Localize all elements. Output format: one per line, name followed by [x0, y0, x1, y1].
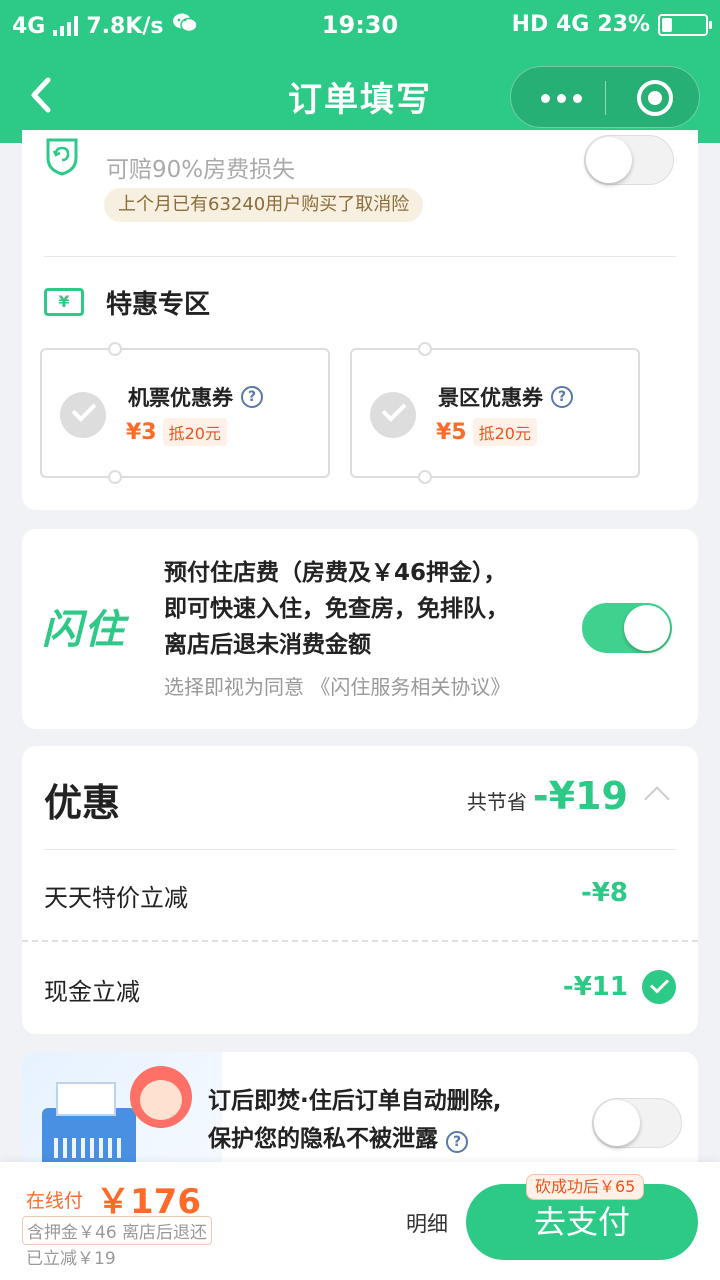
total-saved-label: 共节省 [466, 790, 527, 814]
help-icon[interactable]: ? [446, 1131, 469, 1153]
mini-program-capsule [510, 66, 700, 128]
discount-card: 优惠 共节省 -¥19 天天特价立减 -¥8 现金立减 -¥11 [22, 746, 698, 1034]
reduced-note: 已立减￥19 [26, 1249, 116, 1269]
divider [44, 256, 676, 257]
flash-stay-line-3: 离店后退未消费金额 [164, 632, 371, 658]
shield-refund-icon [46, 138, 78, 176]
flash-stay-logo: 闪住 [42, 607, 126, 653]
checked-icon[interactable] [642, 970, 676, 1004]
chevron-up-icon[interactable] [644, 786, 670, 812]
coupon-scenic[interactable]: 景区优惠券? ¥5 抵20元 [350, 342, 640, 484]
battery-percent: 23% [597, 12, 650, 37]
battery-fill [662, 17, 672, 32]
pay-badge: 砍成功后￥65 [526, 1174, 645, 1200]
right-network-label: HD 4G [511, 12, 590, 37]
coupon-flight[interactable]: 机票优惠券? ¥3 抵20元 [40, 342, 330, 484]
status-bar: 4G 7.8K/s 19:30 HD 4G 23% [0, 0, 720, 50]
ticket-icon: ¥ [44, 288, 84, 316]
coupon-badge: 抵20元 [472, 418, 537, 446]
detail-link[interactable]: 明细 [406, 1208, 448, 1238]
flash-stay-agreement-link[interactable]: 选择即视为同意 《闪住服务相关协议》 [164, 671, 510, 700]
more-button[interactable] [533, 85, 589, 111]
top-bar: 4G 7.8K/s 19:30 HD 4G 23% 订单填写 [0, 0, 720, 143]
pay-label: 在线付 [26, 1190, 84, 1212]
deposit-note: 含押金￥46 离店后退还 [22, 1216, 213, 1245]
help-icon[interactable]: ? [551, 386, 573, 408]
flash-stay-card: 闪住 预付住店费（房费及￥46押金）， 即可快速入住，免查房，免排队， 离店后退… [22, 529, 698, 729]
dashed-divider [22, 940, 698, 942]
insurance-toggle[interactable] [584, 135, 674, 185]
shredder-icon [42, 1082, 136, 1168]
mascot-icon [130, 1066, 192, 1128]
discount-amount: -¥8 [581, 878, 628, 908]
unchecked-icon [370, 392, 416, 438]
help-icon[interactable]: ? [241, 386, 263, 408]
flash-stay-line-2: 即可快速入住，免查房，免排队， [164, 596, 509, 622]
discount-label: 现金立减 [44, 978, 140, 1006]
privacy-toggle[interactable] [592, 1098, 682, 1148]
discount-row: 现金立减 -¥11 [22, 944, 698, 1034]
coupon-badge: 抵20元 [162, 418, 227, 446]
discount-row: 天天特价立减 -¥8 [22, 850, 698, 940]
coupon-amount: ¥5 [436, 419, 467, 445]
privacy-line-2: 保护您的隐私不被泄露 [208, 1126, 438, 1152]
coupon-name: 机票优惠券 [128, 386, 233, 410]
unchecked-icon [60, 392, 106, 438]
flash-stay-line-1: 预付住店费（房费及￥46押金）， [164, 560, 507, 586]
discount-title: 优惠 [44, 781, 121, 825]
privacy-line-1: 订后即焚·住后订单自动删除, [208, 1088, 502, 1114]
promo-title: 特惠专区 [106, 290, 211, 320]
insurance-description: 可赔90%房费损失 [106, 157, 296, 183]
coupon-amount: ¥3 [126, 419, 157, 445]
total-saved-amount: -¥19 [532, 774, 628, 818]
insurance-tag: 上个月已有63240用户购买了取消险 [104, 188, 424, 222]
discount-amount: -¥11 [562, 972, 628, 1002]
close-mini-program-button[interactable] [637, 80, 673, 116]
capsule-divider [605, 81, 606, 115]
bottom-pay-bar: 在线付 ￥176 含押金￥46 离店后退还 已立减￥19 明细 去支付 砍成功后… [0, 1162, 720, 1280]
insurance-promo-card: 可赔90%房费损失 上个月已有63240用户购买了取消险 ¥ 特惠专区 机票优惠… [22, 130, 698, 510]
coupon-name: 景区优惠券 [438, 386, 543, 410]
battery-icon [658, 13, 712, 36]
discount-label: 天天特价立减 [44, 884, 188, 912]
flash-stay-toggle[interactable] [582, 603, 672, 653]
